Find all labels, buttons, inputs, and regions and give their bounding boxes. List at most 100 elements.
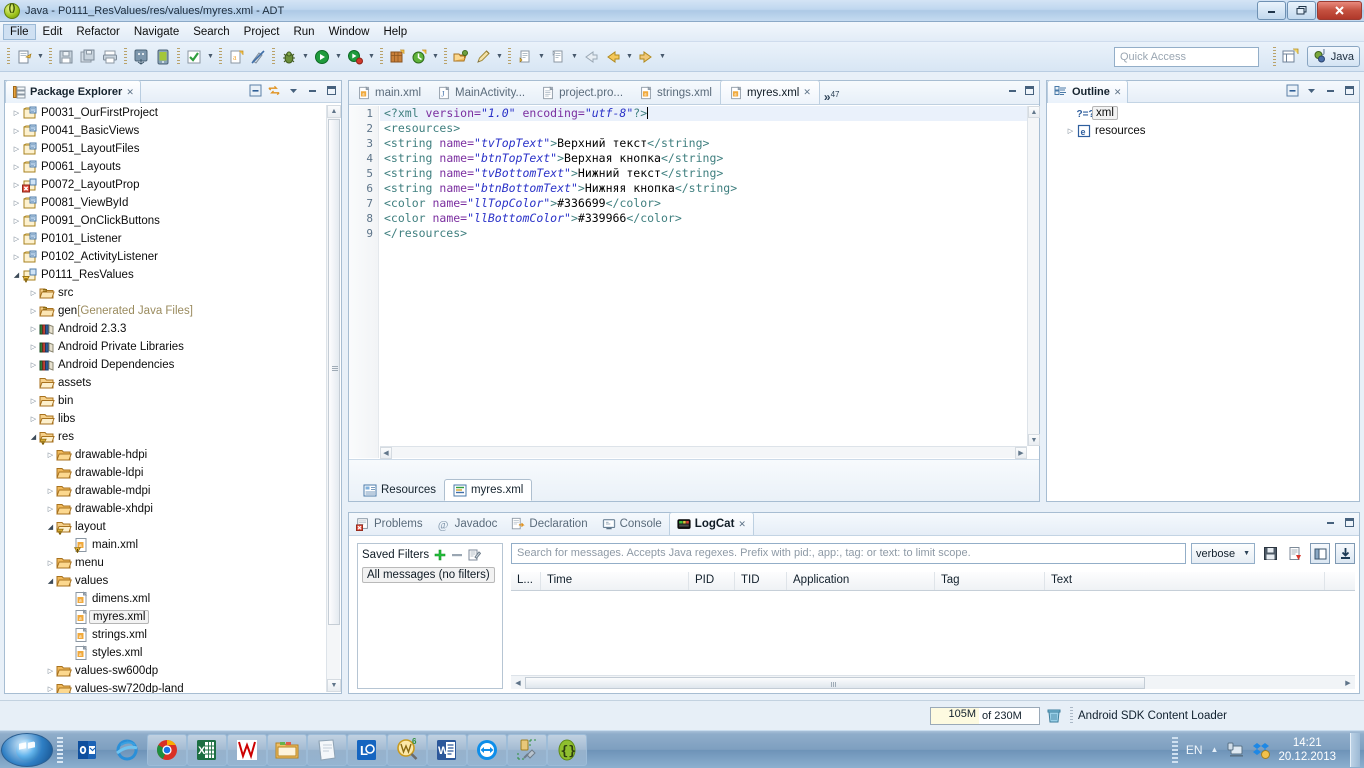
lint-dropdown[interactable]: ▼ <box>205 46 216 68</box>
editor-tab-main-xml[interactable]: a main.xml <box>349 81 429 104</box>
clock[interactable]: 14:21 20.12.2013 <box>1278 736 1336 764</box>
open-perspective-icon[interactable] <box>1282 48 1302 66</box>
minimize-view-icon[interactable] <box>1323 83 1337 97</box>
forward-dropdown[interactable]: ▼ <box>657 46 668 68</box>
minimize-view-icon[interactable] <box>1323 515 1337 529</box>
android-sdk-manager-icon[interactable] <box>130 46 152 68</box>
dropbox-icon[interactable] <box>1252 741 1271 759</box>
outlook-icon[interactable] <box>67 734 107 766</box>
file-explorer-icon[interactable] <box>267 733 307 766</box>
toolbar-grip-6[interactable] <box>272 47 275 66</box>
back-dropdown[interactable]: ▼ <box>624 46 635 68</box>
clear-log-icon[interactable] <box>1285 543 1305 564</box>
tree-item-res[interactable]: ◢ res <box>5 428 341 446</box>
scroll-left-icon[interactable]: ◀ <box>511 676 525 689</box>
outline-tree[interactable]: ?=?xml▷eresources <box>1047 104 1359 501</box>
menu-search[interactable]: Search <box>186 24 236 40</box>
show-desktop-button[interactable] <box>1350 732 1360 767</box>
logcat-tab-console[interactable]: Console <box>595 513 669 535</box>
expand-arrow-closed-icon[interactable]: ▷ <box>28 338 39 356</box>
pencil-dropdown[interactable]: ▼ <box>494 46 505 68</box>
link-with-editor-icon[interactable] <box>267 83 281 97</box>
tree-item-styles-xml[interactable]: a styles.xml <box>5 644 341 662</box>
editor-tab-myres-xml[interactable]: a myres.xml ✕ <box>719 80 820 104</box>
run-dropdown[interactable]: ▼ <box>333 46 344 68</box>
maximize-view-icon[interactable] <box>1024 85 1035 96</box>
logcat-column-time[interactable]: Time <box>541 572 689 590</box>
expand-arrow-closed-icon[interactable]: ▷ <box>11 248 22 266</box>
close-icon[interactable]: ✕ <box>126 87 134 98</box>
save-all-icon[interactable] <box>77 46 99 68</box>
logcat-column-pid[interactable]: PID <box>689 572 735 590</box>
expand-arrow-closed-icon[interactable]: ▷ <box>1065 122 1076 140</box>
expand-arrow-closed-icon[interactable]: ▷ <box>11 140 22 158</box>
tray-grip[interactable] <box>1171 736 1178 763</box>
toolbar-grip-4[interactable] <box>177 47 180 66</box>
tree-item-drawable-xhdpi[interactable]: ▷ drawable-xhdpi <box>5 500 341 518</box>
edit-filter-icon[interactable] <box>468 549 482 561</box>
logcat-tab-javadoc[interactable]: @ Javadoc <box>430 513 505 535</box>
tree-item-values[interactable]: ◢ values <box>5 572 341 590</box>
collapse-all-icon[interactable] <box>248 83 262 97</box>
logcat-column-application[interactable]: Application <box>787 572 935 590</box>
show-hidden-icons-icon[interactable]: ▲ <box>1211 745 1219 754</box>
expand-arrow-closed-icon[interactable]: ▷ <box>28 320 39 338</box>
search-w-icon[interactable]: 6 <box>387 733 427 766</box>
minimize-view-icon[interactable] <box>1007 85 1018 96</box>
editor-hscrollbar[interactable]: ◀ ▶ <box>380 446 1027 459</box>
editor-scroll-up-icon[interactable]: ▲ <box>1028 106 1040 118</box>
log-level-select[interactable]: verbose ▼ <box>1191 543 1255 564</box>
code-line[interactable]: <resources> <box>380 121 1027 136</box>
editor-tab-overflow[interactable]: » 47 <box>820 90 844 104</box>
outline-item-xml[interactable]: ?=?xml <box>1047 104 1359 122</box>
tree-item-gen[interactable]: ▷ gen [Generated Java Files] <box>5 302 341 320</box>
code-line[interactable]: <string name="tvTopText">Верхний текст</… <box>380 136 1027 151</box>
expand-arrow-closed-icon[interactable]: ▷ <box>11 212 22 230</box>
tab-package-explorer[interactable]: Package Explorer ✕ <box>5 80 141 103</box>
forward-back-icon[interactable] <box>602 46 624 68</box>
expand-arrow-closed-icon[interactable]: ▷ <box>45 680 56 693</box>
tree-item-libs[interactable]: ▷ libs <box>5 410 341 428</box>
tree-item-p0101-listener[interactable]: ▷ P0101_Listener <box>5 230 341 248</box>
tree-item-p0072-layoutprop[interactable]: ▷ P0072_LayoutProp <box>5 176 341 194</box>
scroll-thumb[interactable] <box>328 119 340 625</box>
view-menu-icon[interactable] <box>1304 83 1318 97</box>
close-icon[interactable]: ✕ <box>738 519 746 530</box>
editor-scroll-right-icon[interactable]: ▶ <box>1015 447 1027 459</box>
menu-navigate[interactable]: Navigate <box>127 24 186 40</box>
tree-item-drawable-ldpi[interactable]: drawable-ldpi <box>5 464 341 482</box>
tree-item-values-sw600dp[interactable]: ▷ values-sw600dp <box>5 662 341 680</box>
expand-arrow-closed-icon[interactable]: ▷ <box>11 104 22 122</box>
display-layout-icon[interactable] <box>1310 543 1330 564</box>
tools-icon[interactable] <box>507 733 547 766</box>
toolbar-grip[interactable] <box>7 47 10 66</box>
code-line[interactable]: <color name="llBottomColor">#339966</col… <box>380 211 1027 226</box>
maximize-view-icon[interactable] <box>324 83 338 97</box>
code-line[interactable]: <string name="btnTopText">Верхная кнопка… <box>380 151 1027 166</box>
tree-item-android-private-libraries[interactable]: ▷ Android Private Libraries <box>5 338 341 356</box>
tree-item-p0041-basicviews[interactable]: ▷ P0041_BasicViews <box>5 122 341 140</box>
expand-arrow-closed-icon[interactable]: ▷ <box>45 500 56 518</box>
editor-scroll-down-icon[interactable]: ▼ <box>1028 434 1040 446</box>
next-annotation-icon[interactable] <box>514 46 536 68</box>
logcat-hscrollbar[interactable]: ◀ ▶ <box>511 675 1355 689</box>
internet-explorer-icon[interactable] <box>107 734 147 766</box>
run-gc-icon[interactable] <box>1043 706 1065 726</box>
toolbar-grip-3[interactable] <box>124 47 127 66</box>
tree-item-dimens-xml[interactable]: a dimens.xml <box>5 590 341 608</box>
run-external-dropdown[interactable]: ▼ <box>366 46 377 68</box>
tree-item-assets[interactable]: assets <box>5 374 341 392</box>
run-external-icon[interactable] <box>344 46 366 68</box>
prev-annotation-dropdown[interactable]: ▼ <box>569 46 580 68</box>
new-xml-file-icon[interactable]: a <box>225 46 247 68</box>
next-annotation-dropdown[interactable]: ▼ <box>536 46 547 68</box>
toolbar-grip-2[interactable] <box>49 47 52 66</box>
forward-icon[interactable] <box>635 46 657 68</box>
prev-annotation-icon[interactable] <box>547 46 569 68</box>
back-icon[interactable] <box>580 46 602 68</box>
outline-item-resources[interactable]: ▷ e resources <box>1047 122 1359 140</box>
tree-item-drawable-mdpi[interactable]: ▷ drawable-mdpi <box>5 482 341 500</box>
taskbar-grip[interactable] <box>57 736 63 763</box>
chrome-icon[interactable] <box>147 733 187 766</box>
toolbar-grip-9[interactable] <box>508 47 511 66</box>
